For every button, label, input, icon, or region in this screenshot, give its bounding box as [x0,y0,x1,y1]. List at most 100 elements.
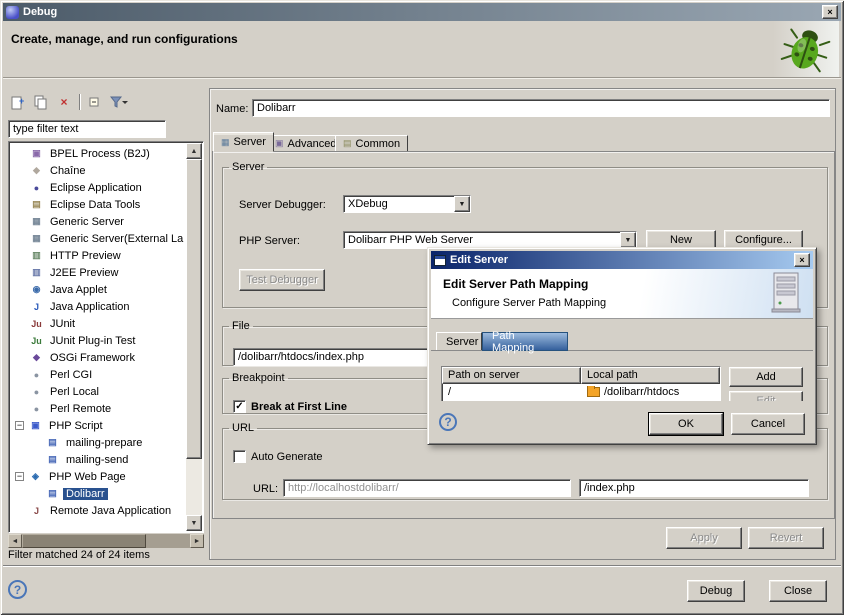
dialog-tab-path-mapping[interactable]: Path Mapping [482,332,568,351]
perl-icon: ● [29,370,44,380]
tree-item-mailing-send[interactable]: ▤mailing-send [11,451,185,468]
svg-text:+: + [19,96,24,106]
collapse-all-icon[interactable] [86,92,106,112]
tree-item-perl-cgi[interactable]: ●Perl CGI [11,366,185,383]
dialog-title: Edit Server [450,254,508,266]
j2ee-preview-icon: ▥ [29,267,44,278]
tree-item-generic-server[interactable]: ▦Generic Server [11,213,185,230]
tree-item-label: Java Application [47,301,133,313]
server-graphic-icon [771,272,801,317]
eclipse-app-icon: ● [29,183,44,193]
tab-advanced[interactable]: ▣ Advanced [267,135,344,152]
tree-item-php-web-page[interactable]: −◈PHP Web Page [11,468,185,485]
window-close-button[interactable]: × [822,5,838,19]
filter-input[interactable] [8,120,166,138]
scroll-right-icon[interactable]: ► [190,534,204,548]
break-first-line-checkbox[interactable] [233,400,246,413]
chevron-down-icon[interactable]: ▼ [620,232,636,248]
tree-item-generic-server-external-la[interactable]: ▦Generic Server(External La [11,230,185,247]
horizontal-scrollbar[interactable]: ◄ ► [8,534,204,548]
tree-item-label: Chaîne [47,165,88,177]
tree-item-bpel-process-b2j[interactable]: ▣BPEL Process (B2J) [11,145,185,162]
filter-menu-icon[interactable] [109,92,129,112]
remote-java-icon: J [29,506,44,516]
edit-server-dialog: Edit Server × Edit Server Path Mapping C… [427,247,817,445]
eclipse-debug-icon[interactable] [6,6,19,19]
generic-server-icon: ▦ [29,233,44,244]
delete-config-icon[interactable]: × [54,92,74,112]
dialog-header: Edit Server Path Mapping Configure Serve… [431,269,813,319]
url-base-input [283,479,571,497]
header-text: Create, manage, and run configurations [11,32,238,46]
name-label: Name: [216,103,248,115]
cancel-button[interactable]: Cancel [731,413,805,435]
tree-item-http-preview[interactable]: ▥HTTP Preview [11,247,185,264]
tab-server[interactable]: ▦ Server [213,132,274,152]
auto-generate-label: Auto Generate [251,451,323,463]
tree-item-eclipse-application[interactable]: ●Eclipse Application [11,179,185,196]
tree-item-label: Generic Server(External La [47,233,185,245]
auto-generate-checkbox[interactable] [233,450,246,463]
revert-button: Revert [748,527,824,549]
footer-separator [3,565,841,567]
server-debugger-select[interactable]: XDebug ▼ [343,195,471,213]
php-web-icon: ◈ [28,471,43,482]
tree-item-dolibarr[interactable]: ▤Dolibarr [11,485,185,502]
tree-item-perl-local[interactable]: ●Perl Local [11,383,185,400]
tree-item-junit[interactable]: JuJUnit [11,315,185,332]
collapse-expander-icon[interactable]: − [15,421,24,430]
filter-status: Filter matched 24 of 24 items [8,549,150,561]
horizontal-scroll-thumb[interactable] [22,534,146,548]
tree-item-java-applet[interactable]: ◉Java Applet [11,281,185,298]
tree-item-eclipse-data-tools[interactable]: ▤Eclipse Data Tools [11,196,185,213]
add-mapping-button[interactable]: Add [729,367,803,387]
php-file-icon: ▤ [45,454,60,465]
scroll-left-icon[interactable]: ◄ [8,534,22,548]
window-title: Debug [23,6,57,18]
close-button[interactable]: Close [769,580,827,602]
dialog-help-icon[interactable]: ? [439,413,457,431]
name-input[interactable] [252,99,830,117]
new-launch-config-icon[interactable]: + [8,92,28,112]
chain-icon: ◆ [29,165,44,176]
mapping-row[interactable]: //dolibarr/htdocs [442,384,720,400]
tree-item-cha-ne[interactable]: ◆Chaîne [11,162,185,179]
local-path-header[interactable]: Local path [581,367,720,384]
tree-item-mailing-prepare[interactable]: ▤mailing-prepare [11,434,185,451]
help-icon[interactable]: ? [8,580,27,599]
tree-item-perl-remote[interactable]: ●Perl Remote [11,400,185,417]
java-applet-icon: ◉ [29,284,44,295]
bpel-icon: ▣ [29,148,44,159]
debug-button[interactable]: Debug [687,580,745,602]
tree-item-label: Perl CGI [47,369,95,381]
path-on-server-header[interactable]: Path on server [442,367,581,384]
dialog-close-button[interactable]: × [794,253,810,267]
dialog-tab-server[interactable]: Server [436,332,482,351]
duplicate-config-icon[interactable] [31,92,51,112]
tree-item-junit-plug-in-test[interactable]: JuJUnit Plug-in Test [11,332,185,349]
local-path-cell[interactable]: /dolibarr/htdocs [581,386,720,398]
tab-common[interactable]: ▤ Common [335,135,408,152]
chevron-down-icon[interactable]: ▼ [454,196,470,212]
ok-button[interactable]: OK [649,413,723,435]
url-path-input[interactable] [579,479,809,497]
tree-item-remote-java-application[interactable]: JRemote Java Application [11,502,185,519]
scroll-up-icon[interactable]: ▲ [186,143,202,159]
scroll-down-icon[interactable]: ▼ [186,515,202,531]
tree-item-j2ee-preview[interactable]: ▥J2EE Preview [11,264,185,281]
folder-icon [587,387,600,397]
tree-item-java-application[interactable]: JJava Application [11,298,185,315]
dialog-subheading: Configure Server Path Mapping [452,297,606,309]
junit-icon: Ju [29,319,44,329]
php-server-label: PHP Server: [239,235,300,247]
tree-item-php-script[interactable]: −▣PHP Script [11,417,185,434]
tree-item-label: Eclipse Data Tools [47,199,143,211]
vertical-scroll-thumb[interactable] [186,159,202,459]
tree-item-label: Eclipse Application [47,182,145,194]
collapse-expander-icon[interactable]: − [15,472,24,481]
titlebar: Debug × [3,3,841,21]
tree-items: ▣BPEL Process (B2J)◆Chaîne●Eclipse Appli… [11,145,185,530]
vertical-scrollbar[interactable]: ▲ ▼ [186,143,202,531]
path-on-server-cell[interactable]: / [442,386,581,398]
tree-item-osgi-framework[interactable]: ◆OSGi Framework [11,349,185,366]
